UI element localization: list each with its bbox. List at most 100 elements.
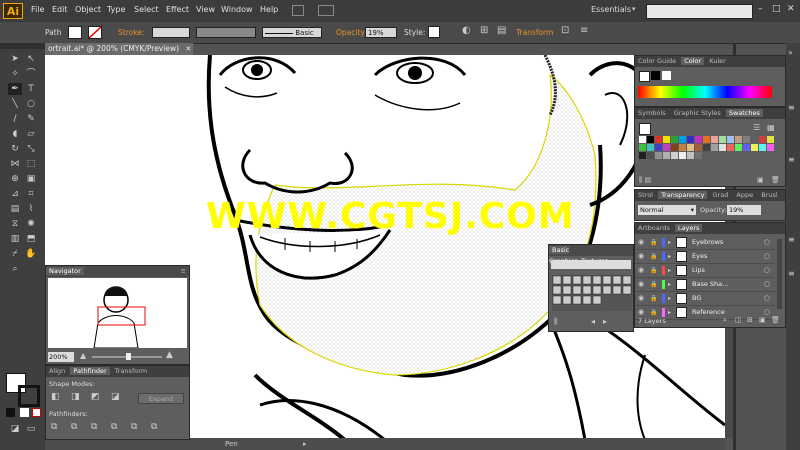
visibility-icon[interactable]: ◉ (638, 236, 644, 249)
tab-align[interactable]: Align (46, 367, 68, 375)
selection-tool-icon[interactable]: ➤ (8, 53, 22, 65)
menu-select[interactable]: Select (134, 5, 159, 14)
minus-front-icon[interactable]: ◨ (71, 392, 80, 402)
maximize-icon[interactable]: □ (772, 4, 781, 14)
target-icon[interactable]: ○ (764, 236, 770, 249)
menu-view[interactable]: View (196, 5, 215, 14)
zoom-in-icon[interactable]: ▲ (166, 350, 173, 360)
line-tool-icon[interactable]: ╲ (8, 98, 22, 110)
expand-arrow-icon[interactable]: ▸ (668, 250, 671, 263)
layers-scrollbar[interactable] (777, 239, 782, 309)
zoom-slider-handle[interactable] (126, 353, 131, 360)
tab-gradient[interactable]: Grad (710, 191, 732, 199)
panel-menu-icon[interactable]: ≡ (788, 155, 795, 164)
tab-transform[interactable]: Transform (112, 367, 150, 375)
menu-edit[interactable]: Edit (52, 5, 68, 14)
zoom-out-icon[interactable]: ▲ (80, 351, 86, 360)
visibility-icon[interactable]: ◉ (638, 250, 644, 263)
fill-swatch[interactable] (68, 26, 82, 39)
none-icon[interactable] (32, 408, 41, 417)
document-tab[interactable]: ortrait.ai* @ 200% (CMYK/Preview) ✕ (45, 43, 193, 55)
lock-icon[interactable]: 🔒 (650, 264, 657, 277)
align-icon[interactable]: ⊞ (480, 25, 488, 36)
tab-color[interactable]: Color (681, 57, 705, 65)
slice-tool-icon[interactable]: ⌿ (8, 248, 22, 260)
layer-row[interactable]: ◉ 🔒 ▸ Eyes ○ (635, 250, 775, 264)
lock-icon[interactable]: 🔒 (650, 278, 657, 291)
bridge-icon[interactable] (292, 5, 304, 16)
pencil-icon[interactable]: ✎ (24, 113, 38, 125)
color-fill-swatch[interactable] (639, 71, 650, 82)
hand-tool-icon[interactable]: ✋ (24, 248, 38, 260)
layer-row[interactable]: ◉ 🔒 ▸ BG ○ (635, 292, 775, 306)
expand-arrow-icon[interactable]: ▸ (668, 264, 671, 277)
locate-object-icon[interactable]: ⌕ (723, 316, 727, 325)
new-layer-icon[interactable]: ▣ (759, 316, 766, 324)
brush-definition[interactable]: Basic (262, 27, 322, 38)
target-icon[interactable]: ○ (764, 292, 770, 305)
target-icon[interactable]: ○ (764, 250, 770, 263)
tab-pathfinder[interactable]: Pathfinder (70, 367, 110, 375)
panel-menu-icon[interactable]: ≡ (788, 235, 795, 244)
panel-menu-icon[interactable]: ≡ (580, 25, 588, 36)
arrange-documents-icon[interactable] (318, 5, 334, 16)
color-mode-icon[interactable] (20, 408, 29, 417)
lasso-icon[interactable]: ⌒ (24, 68, 38, 80)
lock-icon[interactable]: 🔒 (650, 236, 657, 249)
blend-mode-select[interactable]: Normal ▾ (638, 205, 696, 215)
tab-artboards[interactable]: Artboards (635, 224, 673, 232)
panel-menu-icon[interactable]: ≡ (178, 266, 189, 277)
menu-window[interactable]: Window (221, 5, 253, 14)
outline-icon[interactable]: ⧉ (131, 422, 137, 432)
trim-icon[interactable]: ⧉ (71, 422, 77, 432)
workspace-switcher[interactable]: Essentials (591, 5, 631, 14)
menu-file[interactable]: File (31, 5, 44, 14)
symbol-sprayer-icon[interactable]: ✺ (24, 218, 38, 230)
close-icon[interactable]: ✕ (787, 4, 795, 14)
color-spectrum[interactable] (638, 86, 772, 98)
tab-swatches[interactable]: Swatches (725, 109, 763, 117)
tab-transparency[interactable]: Transparency (658, 191, 708, 199)
width-tool-icon[interactable]: ⋈ (8, 158, 22, 170)
next-library-icon[interactable]: ▸ (603, 317, 607, 326)
merge-icon[interactable]: ⧉ (91, 422, 97, 432)
expand-arrow-icon[interactable]: ▸ (668, 292, 671, 305)
texture-swatch-grid[interactable] (552, 275, 632, 311)
eraser-icon[interactable]: ▱ (24, 128, 38, 140)
swatch-fill-indicator[interactable] (639, 123, 651, 135)
visibility-icon[interactable]: ◉ (638, 278, 644, 291)
stroke-label[interactable]: Stroke: (118, 28, 144, 37)
new-swatch-icon[interactable]: ▣ (757, 176, 764, 184)
mesh-tool-icon[interactable]: ⌗ (24, 188, 38, 200)
navigator-preview[interactable] (48, 278, 187, 349)
swatch-libraries-icon[interactable]: ⫼ ▤ (639, 176, 651, 185)
opacity-label[interactable]: Opacity: (336, 28, 367, 37)
lock-icon[interactable]: 🔒 (650, 292, 657, 305)
panel-menu-icon[interactable]: ≡ (788, 103, 795, 112)
tab-kuler[interactable]: Kuler (706, 57, 729, 65)
column-graph-icon[interactable]: ▥ (8, 233, 22, 245)
exclude-icon[interactable]: ◪ (111, 392, 120, 402)
delete-layer-icon[interactable]: 🗑 (771, 316, 780, 324)
draw-normal-icon[interactable]: ◪ (8, 423, 22, 435)
target-icon[interactable]: ○ (764, 264, 770, 277)
color-black-swatch[interactable] (651, 71, 660, 80)
clipping-mask-icon[interactable]: ◫ (735, 316, 742, 324)
zoom-tool-icon[interactable]: ⌕ (8, 263, 22, 275)
tab-color-guide[interactable]: Color Guide (635, 57, 679, 65)
transparency-opacity-field[interactable]: 19% (727, 205, 761, 215)
layer-row[interactable]: ◉ 🔒 ▸ Eyebrows ○ (635, 236, 775, 250)
default-colors-icon[interactable] (6, 408, 15, 417)
artboard-tool-icon[interactable]: ⬒ (24, 233, 38, 245)
expand-arrow-icon[interactable]: ▸ (668, 306, 671, 319)
stroke-weight-field[interactable] (152, 27, 190, 38)
thumbnail-view-icon[interactable]: ▦ (767, 123, 775, 132)
crop-icon[interactable]: ⧉ (111, 422, 117, 432)
arrange-icon[interactable]: ▤ (497, 25, 506, 36)
recolor-icon[interactable]: ◐ (462, 25, 471, 36)
screen-mode-icon[interactable]: ▭ (24, 423, 38, 435)
menu-type[interactable]: Type (107, 5, 125, 14)
free-transform-icon[interactable]: ⬚ (24, 158, 38, 170)
previous-library-icon[interactable]: ◂ (591, 317, 595, 326)
tab-graphic-styles[interactable]: Graphic Styles (671, 109, 724, 117)
